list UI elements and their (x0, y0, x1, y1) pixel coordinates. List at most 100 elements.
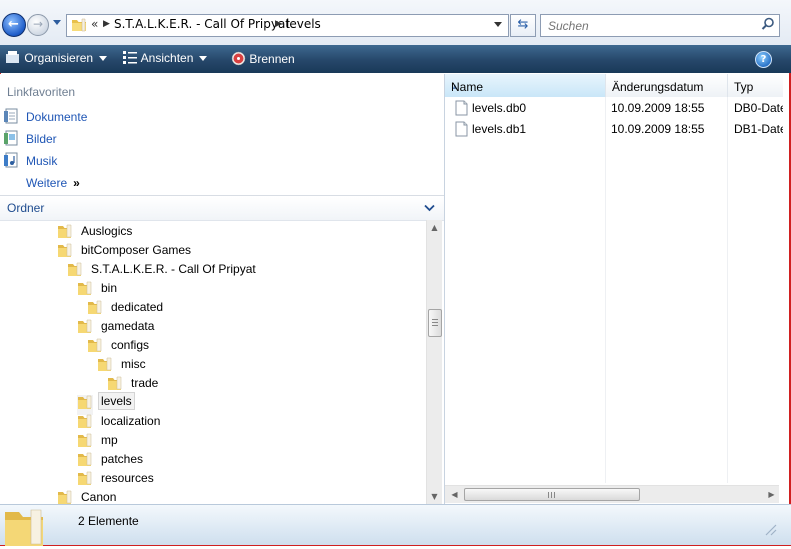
views-button[interactable]: Ansichten (123, 51, 208, 66)
search-icon[interactable] (761, 17, 775, 34)
chevron-down-icon[interactable] (424, 202, 435, 215)
address-segment-stalker[interactable]: S.T.A.L.K.E.R. - Call Of Pripyat (114, 17, 290, 32)
folder-icon (77, 414, 93, 434)
column-header-name[interactable]: ▲ Name (445, 74, 606, 97)
search-box[interactable] (540, 14, 780, 37)
tree-item-label: S.T.A.L.K.E.R. - Call Of Pripyat (91, 262, 256, 276)
file-name: levels.db1 (472, 122, 527, 136)
scroll-up-icon[interactable]: ▲ (427, 220, 442, 235)
column-label: Name (451, 80, 484, 94)
file-list-horizontal-scrollbar[interactable]: ◀ ▶ (445, 485, 779, 503)
navigation-pane: Linkfavoriten Dokumente Bilder Musik Wei… (0, 74, 445, 504)
refresh-button[interactable]: ⇆ (510, 14, 536, 37)
file-row[interactable]: levels.db1 10.09.2009 18:55 DB1-Datei (445, 119, 783, 139)
file-date: 10.09.2009 18:55 (611, 101, 705, 115)
scroll-thumb[interactable] (428, 309, 442, 337)
burn-button[interactable]: Brennen (231, 51, 295, 67)
column-divider (727, 97, 728, 483)
file-type: DB0-Datei (734, 101, 783, 115)
organize-label: Organisieren (24, 51, 94, 65)
tree-item-label: Auslogics (81, 224, 133, 238)
dropdown-arrow-icon (199, 56, 208, 62)
tree-item-label: mp (101, 433, 118, 447)
resize-grip-icon[interactable] (763, 522, 777, 539)
thumb-grip (432, 322, 438, 323)
music-icon (3, 152, 19, 171)
folder-icon (77, 281, 93, 301)
column-label: Typ (734, 80, 754, 94)
folder-icon (87, 338, 103, 358)
refresh-icon: ⇆ (517, 17, 529, 32)
folder-icon (77, 395, 93, 415)
scroll-thumb[interactable] (464, 488, 640, 501)
thumb-grip (432, 319, 438, 320)
address-dropdown-icon[interactable] (494, 22, 502, 27)
column-divider (605, 97, 606, 483)
folder-icon (77, 452, 93, 472)
file-type: DB1-Datei (734, 122, 783, 136)
file-list-pane: ▲ Name Änderungsdatum Typ levels.db0 10.0… (445, 74, 783, 504)
tree-item-label: bin (101, 281, 118, 295)
folder-icon (67, 262, 83, 282)
forward-button[interactable]: → (27, 14, 49, 36)
chevron-right-icon[interactable]: ▶ (275, 17, 282, 32)
folder-icon (57, 243, 73, 263)
dropdown-arrow-icon (99, 56, 108, 62)
views-label: Ansichten (140, 51, 194, 65)
folder-icon (57, 224, 73, 244)
favorite-label[interactable]: Musik (26, 154, 57, 168)
scroll-left-icon[interactable]: ◀ (447, 486, 462, 503)
more-label: Weitere (26, 176, 68, 190)
tree-item-label: configs (111, 338, 150, 352)
chevron-right-icon[interactable]: ▶ (103, 17, 110, 32)
column-header-date[interactable]: Änderungsdatum (606, 74, 728, 97)
scroll-right-icon[interactable]: ▶ (764, 486, 779, 503)
help-button[interactable]: ? (755, 51, 772, 68)
folder-icon (77, 319, 93, 339)
organize-icon (6, 51, 19, 63)
tree-item-label: dedicated (111, 300, 164, 314)
arrow-left-icon: ← (8, 17, 19, 32)
thumb-grip (432, 325, 438, 326)
folder-icon (71, 17, 87, 36)
folders-header[interactable]: Ordner (0, 197, 444, 221)
scroll-down-icon[interactable]: ▼ (427, 489, 442, 504)
file-date: 10.09.2009 18:55 (611, 122, 705, 136)
tree-item-label: gamedata (101, 319, 155, 333)
folder-icon (97, 357, 113, 377)
column-label: Änderungsdatum (612, 80, 704, 94)
file-name: levels.db0 (472, 101, 527, 115)
tree-item-label: bitComposer Games (81, 243, 192, 257)
address-bar[interactable]: « ▶ S.T.A.L.K.E.R. - Call Of Pripyat ▶ l… (66, 14, 509, 37)
thumb-grip (554, 492, 555, 498)
favorite-label[interactable]: Dokumente (26, 110, 87, 124)
item-count: 2 Elemente (78, 514, 139, 528)
search-input[interactable] (546, 17, 750, 35)
pictures-icon (3, 130, 19, 149)
organize-button[interactable]: Organisieren (6, 51, 108, 66)
column-header-type[interactable]: Typ (728, 74, 783, 97)
tree-item-label: Canon (81, 490, 117, 504)
views-icon (123, 51, 137, 64)
tree-item-label: resources (101, 471, 154, 485)
address-overflow[interactable]: « (91, 17, 98, 32)
double-chevron-icon: » (73, 176, 80, 190)
more-favorites-link[interactable]: Weitere » (26, 176, 80, 190)
history-dropdown-icon[interactable] (53, 20, 61, 25)
file-row[interactable]: levels.db0 10.09.2009 18:55 DB0-Datei (445, 98, 783, 118)
tree-item-label: trade (131, 376, 159, 390)
file-icon (455, 121, 468, 143)
tree-vertical-scrollbar[interactable]: ▲ ▼ (426, 220, 442, 504)
documents-icon (3, 108, 19, 127)
pane-divider (0, 195, 444, 196)
address-segment-levels[interactable]: levels (286, 17, 321, 32)
details-pane: 2 Elemente (0, 504, 791, 546)
tree-item-label: misc (121, 357, 146, 371)
address-bar-area: ← → « ▶ S.T.A.L.K.E.R. - Call Of Pripyat… (0, 0, 791, 45)
folder-icon (57, 490, 73, 504)
folders-title: Ordner (7, 201, 45, 215)
back-button[interactable]: ← (2, 13, 26, 37)
arrow-right-icon: → (33, 17, 44, 31)
command-toolbar: Organisieren Ansichten Brennen (0, 45, 791, 73)
favorite-label[interactable]: Bilder (26, 132, 57, 146)
